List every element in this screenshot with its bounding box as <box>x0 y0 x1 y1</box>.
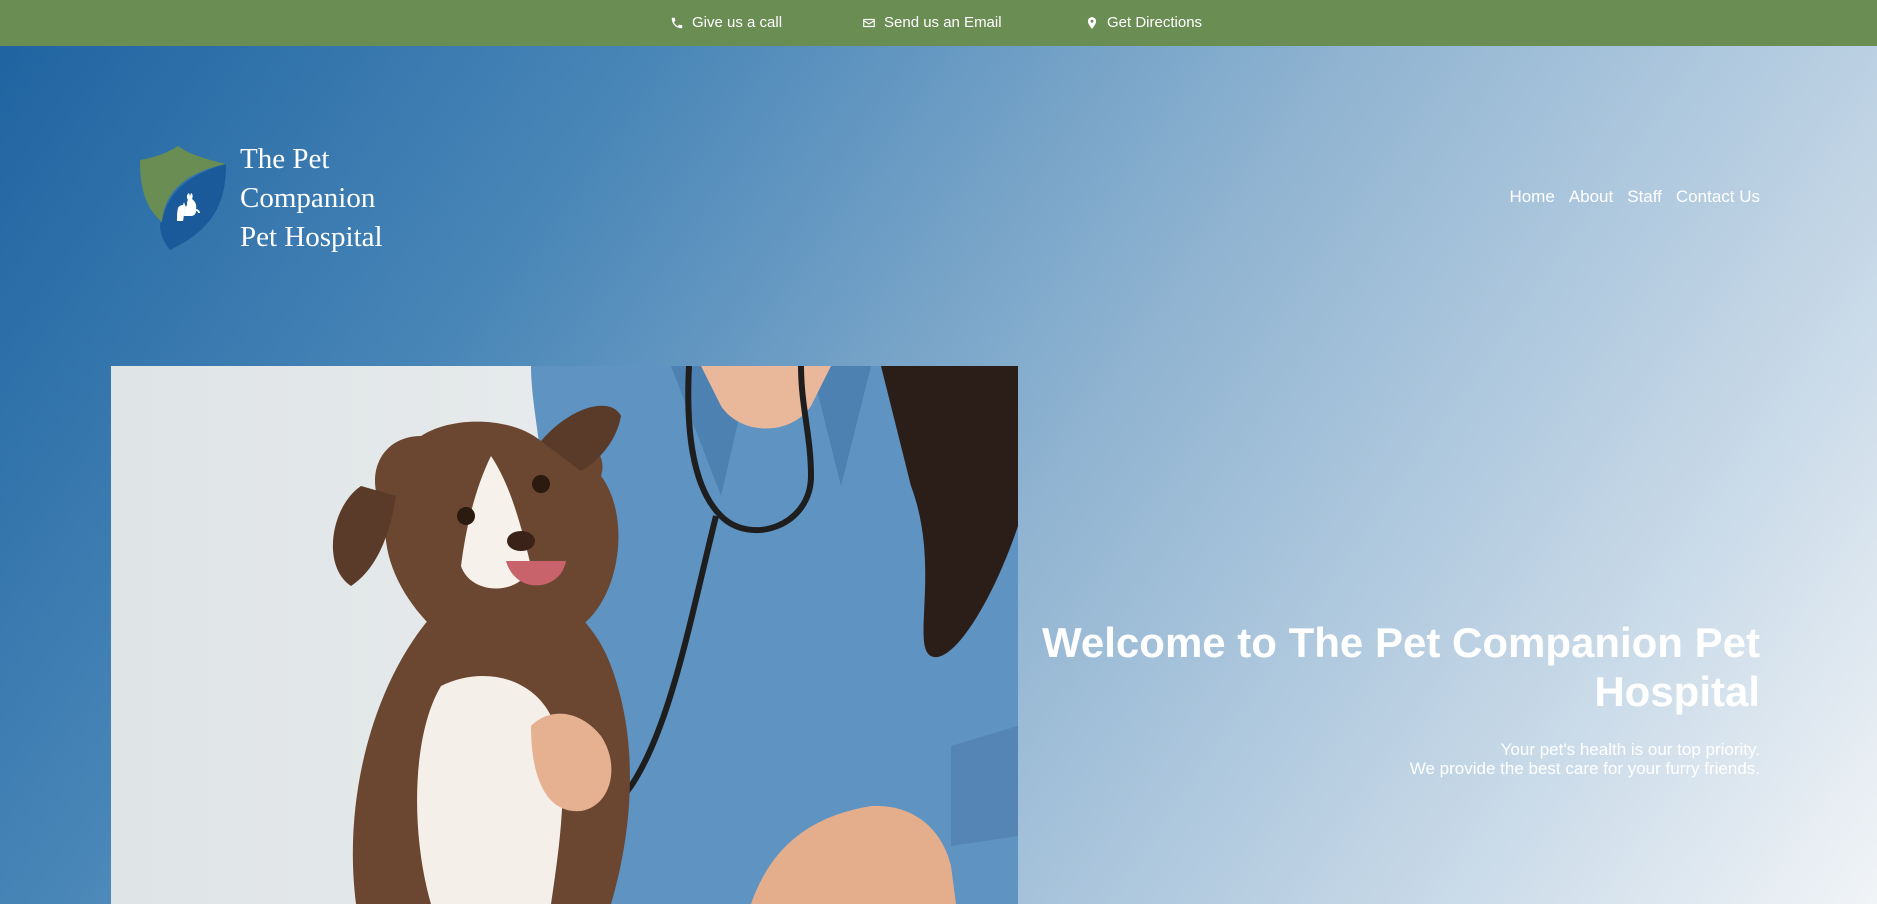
hero-subtitle-line-2: We provide the best care for your furry … <box>1409 759 1760 778</box>
top-contact-bar: Give us a call Send us an Email Get Dire… <box>0 0 1877 46</box>
puppy-vet-photo <box>111 366 1018 904</box>
nav-about[interactable]: About <box>1569 187 1613 207</box>
phone-icon <box>670 16 684 30</box>
brand-name-line-2: Companion <box>240 182 376 214</box>
hero-image <box>111 366 1018 904</box>
hero-title: Welcome to The Pet Companion Pet Hospita… <box>1042 619 1760 715</box>
nav-contact-us[interactable]: Contact Us <box>1676 187 1760 207</box>
brand-name-line-3: Pet Hospital <box>240 221 383 253</box>
hero-subtitle-line-1: Your pet's health is our top priority. <box>1500 740 1760 759</box>
map-pin-icon <box>1085 16 1099 30</box>
nav-home[interactable]: Home <box>1509 187 1554 207</box>
call-link[interactable]: Give us a call <box>670 14 782 31</box>
hero-subtitle: Your pet's health is our top priority. W… <box>1040 740 1760 778</box>
nav-staff[interactable]: Staff <box>1627 187 1662 207</box>
site-logo[interactable]: The Pet Companion Pet Hospital <box>138 138 383 257</box>
email-label: Send us an Email <box>884 14 1002 31</box>
call-label: Give us a call <box>692 14 783 31</box>
directions-link[interactable]: Get Directions <box>1085 14 1202 31</box>
main-nav: Home About Staff Contact Us <box>1509 187 1760 207</box>
brand-name-line-1: The Pet <box>240 143 330 175</box>
envelope-icon <box>862 16 876 30</box>
brand-name: The Pet Companion Pet Hospital <box>240 140 383 257</box>
email-link[interactable]: Send us an Email <box>862 14 1002 31</box>
directions-label: Get Directions <box>1107 14 1203 31</box>
shield-logo-icon <box>138 138 226 250</box>
hero-text-block: Welcome to The Pet Companion Pet Hospita… <box>1040 618 1760 778</box>
